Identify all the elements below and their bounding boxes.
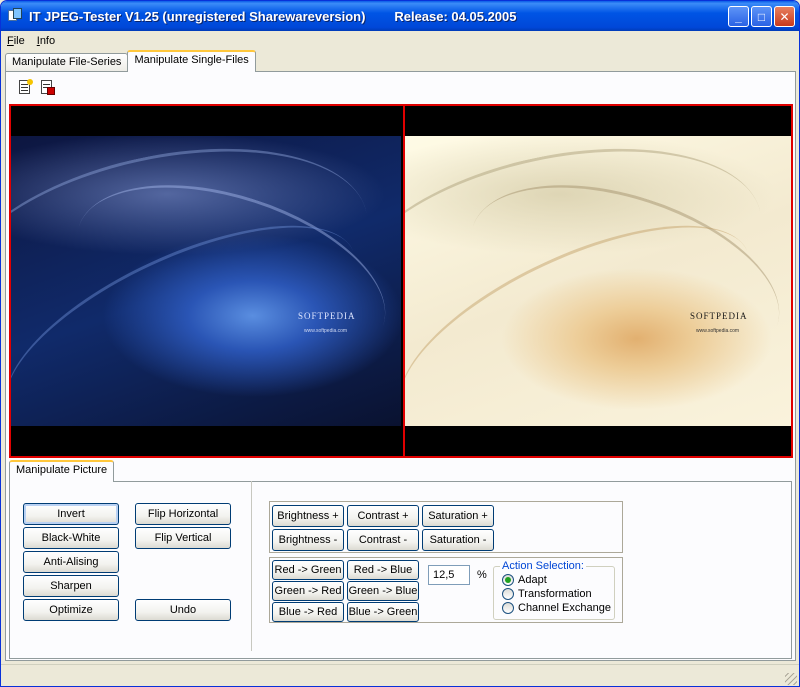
manipulate-tabs: Manipulate Picture [9,460,115,482]
undo-button[interactable]: Undo [135,599,231,621]
menu-bar: File Info [1,31,799,50]
action-selection-group: Action Selection: Adapt Transformation C… [493,560,615,620]
menu-file[interactable]: File [1,35,31,47]
resize-grip-icon[interactable] [785,673,797,685]
original-image[interactable]: SOFTPEDIA www.softpedia.com [11,106,401,456]
invert-button[interactable]: Invert [23,503,119,525]
blue-to-green-button[interactable]: Blue -> Green [347,602,419,622]
saturation-plus-button[interactable]: Saturation + [422,505,494,527]
sharpen-button[interactable]: Sharpen [23,575,119,597]
main-tabs: Manipulate File-Series Manipulate Single… [5,50,256,72]
toolbar [17,79,55,99]
status-bar [1,664,799,686]
app-icon [7,8,23,24]
green-to-red-button[interactable]: Green -> Red [272,581,344,601]
maximize-button[interactable]: □ [751,6,772,27]
right-image-url: www.softpedia.com [696,328,740,334]
radio-channel-exchange[interactable]: Channel Exchange [502,602,611,614]
flip-vertical-button[interactable]: Flip Vertical [135,527,231,549]
tab-manipulate-file-series[interactable]: Manipulate File-Series [5,53,129,72]
percent-label: % [477,569,487,581]
minimize-button[interactable]: _ [728,6,749,27]
image-preview-area: SOFTPEDIA www.softpedia.com SOFTPEDIA ww… [9,104,793,458]
right-image-logo: SOFTPEDIA [690,311,748,321]
window-title: IT JPEG-Tester V1.25 (unregistered Share… [29,8,517,24]
radio-transformation[interactable]: Transformation [502,588,592,600]
left-image-logo: SOFTPEDIA [298,311,356,321]
manipulated-image[interactable]: SOFTPEDIA www.softpedia.com [403,106,791,456]
green-to-blue-button[interactable]: Green -> Blue [347,581,419,601]
brightness-minus-button[interactable]: Brightness - [272,529,344,551]
app-window: IT JPEG-Tester V1.25 (unregistered Share… [0,0,800,687]
contrast-plus-button[interactable]: Contrast + [347,505,419,527]
radio-channel-exchange-circle[interactable] [502,602,514,614]
contrast-minus-button[interactable]: Contrast - [347,529,419,551]
red-to-green-button[interactable]: Red -> Green [272,560,344,580]
radio-transformation-circle[interactable] [502,588,514,600]
left-image-url: www.softpedia.com [304,328,348,334]
flip-horizontal-button[interactable]: Flip Horizontal [135,503,231,525]
blue-to-red-button[interactable]: Blue -> Red [272,602,344,622]
title-bar[interactable]: IT JPEG-Tester V1.25 (unregistered Share… [1,1,799,31]
new-document-icon[interactable] [17,79,33,95]
close-button[interactable]: ✕ [774,6,795,27]
radio-channel-exchange-label: Channel Exchange [518,602,611,614]
action-selection-legend: Action Selection: [500,560,586,572]
panel-divider [251,481,252,651]
menu-info[interactable]: Info [31,35,61,47]
radio-transformation-label: Transformation [518,588,592,600]
brightness-plus-button[interactable]: Brightness + [272,505,344,527]
red-to-blue-button[interactable]: Red -> Blue [347,560,419,580]
anti-aliasing-button[interactable]: Anti-Alising [23,551,119,573]
radio-adapt[interactable]: Adapt [502,574,547,586]
radio-adapt-circle[interactable] [502,574,514,586]
amount-input[interactable] [428,565,470,585]
tab-manipulate-single-files[interactable]: Manipulate Single-Files [127,50,256,72]
saturation-minus-button[interactable]: Saturation - [422,529,494,551]
black-white-button[interactable]: Black-White [23,527,119,549]
save-document-icon[interactable] [39,79,55,95]
optimize-button[interactable]: Optimize [23,599,119,621]
radio-adapt-label: Adapt [518,574,547,586]
tab-manipulate-picture[interactable]: Manipulate Picture [9,460,115,482]
